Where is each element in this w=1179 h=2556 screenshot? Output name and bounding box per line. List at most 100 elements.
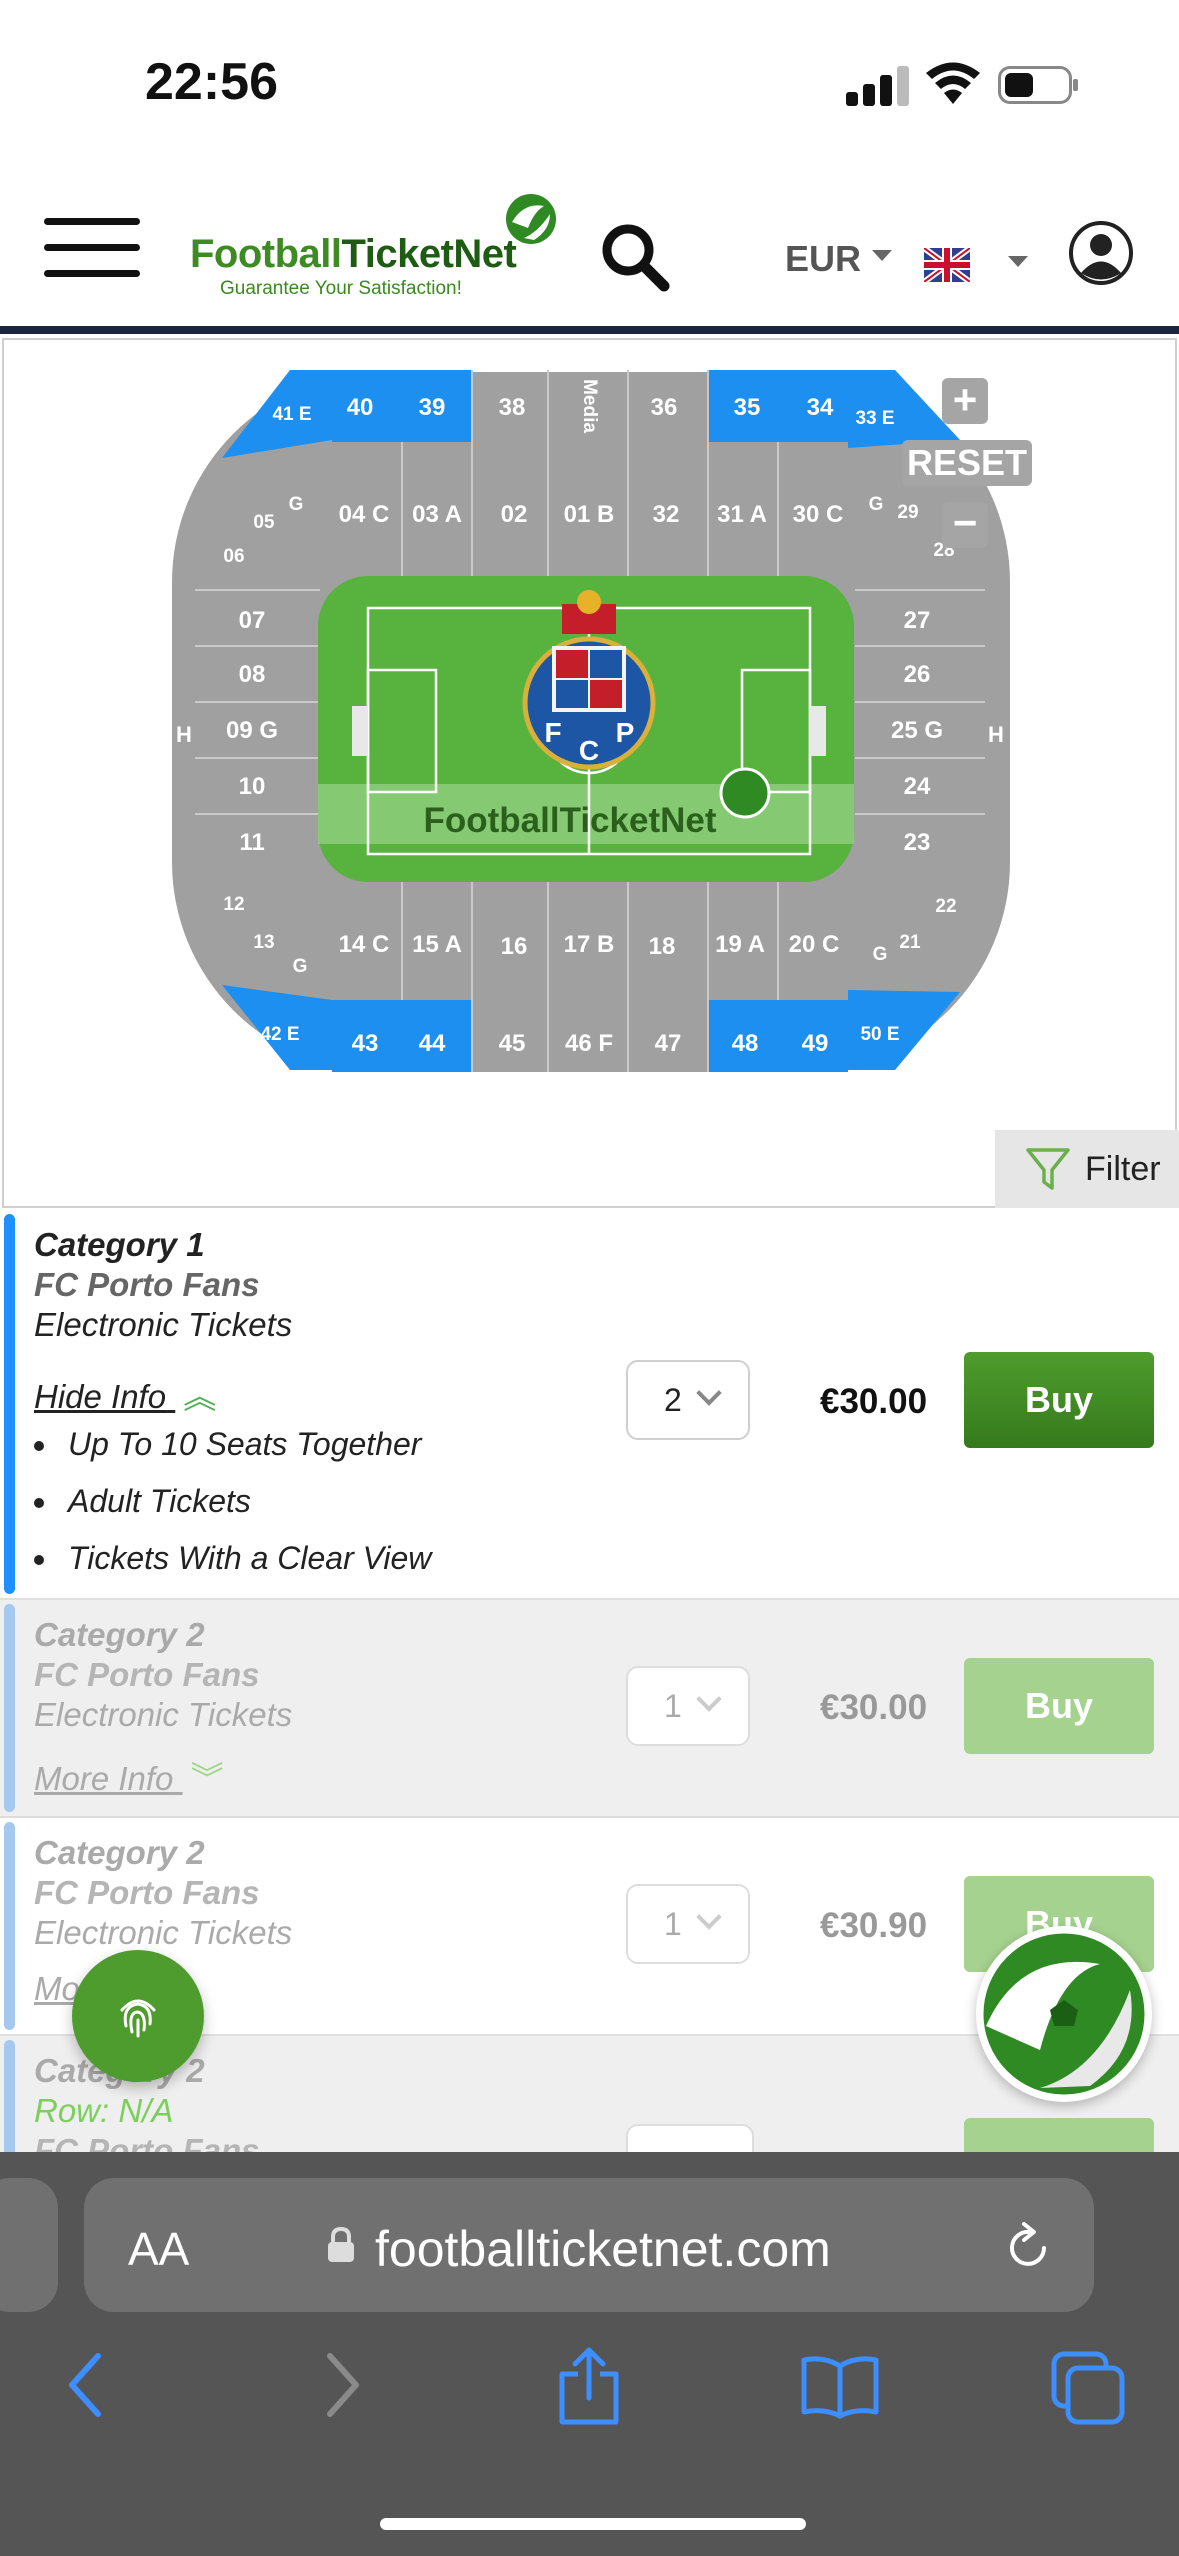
section-label: 48 <box>732 1030 759 1057</box>
svg-text:P: P <box>616 717 635 748</box>
chevron-down-icon[interactable] <box>872 250 892 261</box>
url-text: footballticketnet.com <box>375 2221 831 2277</box>
quantity-select[interactable]: 1 <box>626 1884 750 1964</box>
section-label: 42 E <box>260 1024 299 1045</box>
quantity-select[interactable]: 1 <box>626 1666 750 1746</box>
section-label: 13 <box>253 932 274 953</box>
header-divider <box>0 326 1179 334</box>
pitch-watermark: FootballTicketNet <box>423 801 716 840</box>
section-label: 10 <box>239 773 266 800</box>
uk-flag-icon[interactable] <box>924 248 970 282</box>
section-label: 35 <box>734 394 761 421</box>
text-size-button[interactable]: AA <box>128 2222 189 2276</box>
category-color-bar <box>4 1822 15 2030</box>
svg-text:C: C <box>579 735 599 766</box>
hide-info-link[interactable]: Hide Info ︽ <box>34 1370 216 1418</box>
chevron-down-icon <box>696 1380 722 1406</box>
battery-icon <box>998 66 1078 104</box>
listing-row-info: Row: N/A <box>34 2092 174 2129</box>
share-icon[interactable] <box>556 2346 622 2426</box>
category-color-bar <box>4 1214 15 1594</box>
category-color-bar <box>4 2040 15 2152</box>
section-label: 21 <box>899 932 921 953</box>
chevron-down-icon[interactable] <box>1008 256 1028 267</box>
quantity-select[interactable]: 2 <box>626 1360 750 1440</box>
chevron-double-up-icon: ︽ <box>183 1378 217 1415</box>
section-label: 33 E <box>855 408 894 429</box>
listing-fans: FC Porto Fans <box>34 1656 260 1693</box>
search-icon[interactable] <box>598 220 672 294</box>
listing-fans: FC Porto Fans <box>34 1874 260 1911</box>
filter-label: Filter <box>1085 1150 1161 1188</box>
brand-logo[interactable]: FootballTicketNet <box>190 232 517 277</box>
logo-ball-icon <box>506 194 556 244</box>
svg-text:F: F <box>544 717 561 748</box>
ticket-listing[interactable]: Category 1 FC Porto Fans Electronic Tick… <box>0 1210 1179 1600</box>
home-indicator <box>380 2518 806 2530</box>
section-label: 01 B <box>564 501 615 528</box>
section-label: 39 <box>419 394 446 421</box>
buy-button[interactable]: Buy <box>964 1658 1154 1754</box>
section-label: 16 <box>501 933 528 960</box>
previous-tab-preview[interactable] <box>0 2178 58 2312</box>
reload-icon[interactable] <box>1000 2220 1056 2276</box>
section-label: 30 C <box>793 501 844 528</box>
section-label: G <box>873 944 888 965</box>
section-label: 06 <box>223 546 244 567</box>
listing-ticket-type: Electronic Tickets <box>34 1696 293 1733</box>
chevron-down-icon <box>696 1904 722 1930</box>
section-label: 15 A <box>412 931 462 958</box>
listing-price: €30.00 <box>820 1688 928 1727</box>
section-label: 14 C <box>339 931 390 958</box>
section-label: 02 <box>501 501 528 528</box>
section-label: 47 <box>655 1030 682 1057</box>
section-label: 03 A <box>412 501 462 528</box>
section-label: 25 G <box>891 717 943 744</box>
ticket-listing[interactable]: Category 2 FC Porto Fans Electronic Tick… <box>0 1600 1179 1818</box>
fingerprint-icon <box>120 1999 156 2038</box>
back-icon[interactable] <box>64 2350 108 2420</box>
watermark-ball-icon <box>719 767 771 819</box>
account-icon[interactable] <box>1068 220 1134 286</box>
section-label: 22 <box>935 896 956 917</box>
listing-fans: FC Porto Fans <box>34 2132 260 2152</box>
zoom-out-button[interactable]: − <box>942 502 988 548</box>
quantity-select[interactable] <box>626 2124 754 2152</box>
currency-selector[interactable]: EUR <box>785 238 861 280</box>
buy-button[interactable]: Buy <box>964 1352 1154 1448</box>
section-label: 09 G <box>226 717 278 744</box>
section-label: 41 E <box>272 404 311 425</box>
section-label: 08 <box>239 661 266 688</box>
fingerprint-button[interactable] <box>72 1950 204 2082</box>
forward-icon[interactable] <box>320 2350 364 2420</box>
section-label: 44 <box>419 1030 446 1057</box>
listing-price: €30.00 <box>820 1382 928 1421</box>
listing-category: Category 1 <box>34 1226 205 1263</box>
hamburger-menu-icon[interactable] <box>44 216 140 280</box>
chevron-down-icon <box>696 1686 722 1712</box>
more-info-link[interactable]: More Info ︾ <box>34 1752 224 1800</box>
tabs-icon[interactable] <box>1050 2350 1126 2426</box>
section-label: 50 E <box>860 1024 899 1045</box>
filter-funnel-icon <box>1026 1148 1070 1190</box>
cellular-signal-icon <box>846 64 910 106</box>
bookmarks-icon[interactable] <box>800 2354 880 2420</box>
brand-tagline: Guarantee Your Satisfaction! <box>220 278 462 299</box>
zoom-in-button[interactable]: + <box>942 378 988 424</box>
section-label: H <box>988 722 1004 747</box>
section-label: 23 <box>904 829 931 856</box>
section-label: 45 <box>499 1030 526 1057</box>
section-label: 27 <box>904 607 931 634</box>
reset-button[interactable]: RESET <box>902 440 1032 486</box>
section-label: 49 <box>802 1030 829 1057</box>
section-label: 07 <box>239 607 266 634</box>
football-logo-icon <box>980 1930 1148 2098</box>
filter-button[interactable]: Filter <box>995 1130 1179 1208</box>
buy-button[interactable] <box>964 2118 1154 2152</box>
feature-item: Up To 10 Seats Together <box>33 1426 422 1462</box>
section-label: G <box>293 956 308 977</box>
chat-ball-button[interactable] <box>976 1926 1152 2102</box>
status-time: 22:56 <box>145 53 278 111</box>
listing-ticket-type: Electronic Tickets <box>34 1306 293 1343</box>
section-label: 36 <box>651 394 678 421</box>
